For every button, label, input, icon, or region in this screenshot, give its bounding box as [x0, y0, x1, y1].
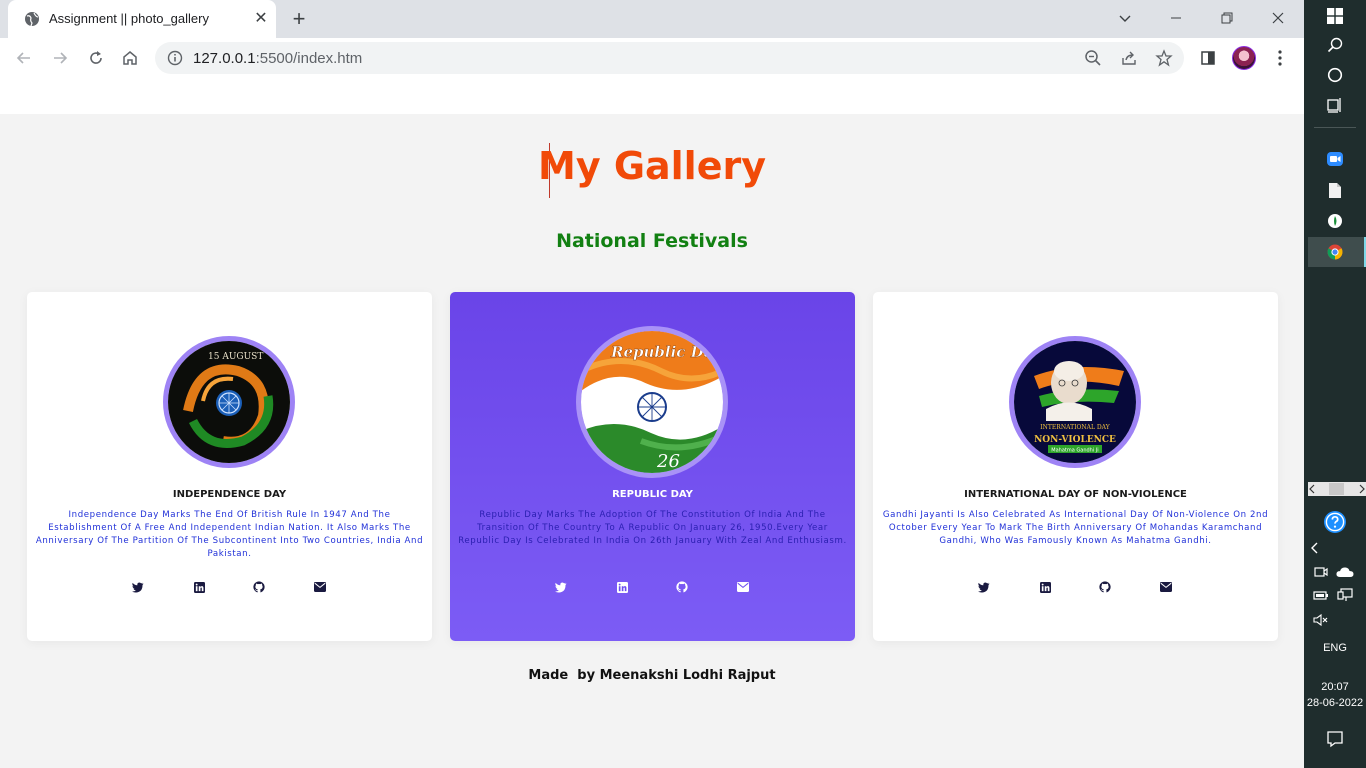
zoom-out-icon[interactable]: [1084, 49, 1102, 67]
card-republic-day[interactable]: Republic Day 26 REPUBLIC DAY Republic Da…: [450, 292, 855, 641]
home-button[interactable]: [118, 46, 142, 70]
twitter-icon[interactable]: [131, 580, 145, 594]
linkedin-icon[interactable]: [1038, 580, 1052, 594]
page-footer: Made by Meenakshi Lodhi Rajput: [528, 668, 776, 683]
chrome-icon[interactable]: [1304, 241, 1366, 263]
card-title: REPUBLIC DAY: [612, 489, 693, 500]
tab-bar: Assignment || photo_gallery ✕ +: [0, 0, 1304, 38]
side-panel-icon: [1201, 51, 1215, 65]
share-icon[interactable]: [1120, 49, 1138, 67]
image-caption: Republic Day: [610, 343, 723, 361]
social-links: [450, 580, 855, 594]
twitter-icon[interactable]: [554, 580, 568, 594]
url-text: 127.0.0.1:5500/index.htm: [193, 50, 362, 67]
twitter-icon[interactable]: [977, 580, 991, 594]
github-icon[interactable]: [675, 580, 689, 594]
address-bar[interactable]: 127.0.0.1:5500/index.htm: [155, 42, 1184, 74]
menu-button[interactable]: [1268, 46, 1292, 70]
cortana-icon[interactable]: [1304, 64, 1366, 86]
card-description: Republic Day Marks The Adoption Of The C…: [458, 510, 847, 546]
minimize-button[interactable]: [1153, 4, 1199, 32]
close-tab-icon[interactable]: ✕: [252, 10, 270, 28]
back-button[interactable]: [12, 46, 36, 70]
info-icon[interactable]: [167, 50, 183, 66]
reload-icon: [90, 51, 102, 64]
close-window-button[interactable]: [1255, 4, 1301, 32]
profile-avatar[interactable]: [1232, 46, 1256, 70]
globe-icon: [25, 12, 39, 27]
card-description: Independence Day Marks The End Of Britis…: [35, 510, 424, 559]
chevron-left-icon[interactable]: [1284, 539, 1346, 557]
tab-search-icon[interactable]: [1102, 4, 1148, 32]
independence-day-image: 15 AUGUST: [163, 336, 295, 468]
task-view-icon[interactable]: [1304, 94, 1366, 116]
volume-muted-icon[interactable]: [1290, 611, 1352, 629]
url-path: :5500/index.htm: [255, 50, 363, 67]
tab-title: Assignment || photo_gallery: [49, 11, 209, 26]
tray-scrollbar[interactable]: [1308, 482, 1366, 496]
notifications-icon[interactable]: [1304, 728, 1366, 750]
page-title: My Gallery: [538, 144, 766, 188]
bookmark-star-icon[interactable]: [1155, 49, 1173, 67]
page-header-strip: [0, 78, 1304, 114]
help-icon[interactable]: [1304, 509, 1366, 535]
arrow-right-icon: [54, 52, 68, 64]
page-content: My Gallery National Festivals 15 AUGUST: [0, 78, 1304, 768]
social-links: [873, 580, 1278, 594]
social-links: [27, 580, 432, 594]
envelope-icon[interactable]: [1159, 580, 1173, 594]
restore-button[interactable]: [1204, 4, 1250, 32]
clock-time[interactable]: 20:07: [1304, 681, 1366, 693]
image-caption: 15 AUGUST: [208, 352, 263, 362]
taskbar: ENG 20:07 28-06-2022: [1304, 0, 1366, 768]
image-caption-sub: Mahatma Gandhi Ji: [1051, 448, 1098, 454]
windows-start-icon[interactable]: [1304, 5, 1366, 27]
language-indicator[interactable]: ENG: [1304, 642, 1366, 654]
network-icon[interactable]: [1314, 586, 1366, 604]
github-icon[interactable]: [252, 580, 266, 594]
more-vert-icon: [1278, 50, 1282, 66]
republic-day-image: Republic Day 26: [576, 326, 728, 478]
image-caption-main: NON-VIOLENCE: [1034, 435, 1116, 445]
image-caption-number: 26: [656, 451, 680, 472]
clock-date[interactable]: 28-06-2022: [1304, 697, 1366, 709]
forward-button[interactable]: [48, 46, 72, 70]
linkedin-icon[interactable]: [615, 580, 629, 594]
taskbar-divider: [1314, 127, 1356, 128]
linkedin-icon[interactable]: [192, 580, 206, 594]
card-description: Gandhi Jayanti Is Also Celebrated As Int…: [882, 510, 1269, 546]
card-title: INDEPENDENCE DAY: [172, 489, 287, 500]
browser-window: Assignment || photo_gallery ✕ + 127.0.0.…: [0, 0, 1304, 768]
side-panel-button[interactable]: [1196, 46, 1220, 70]
browser-toolbar: 127.0.0.1:5500/index.htm: [0, 38, 1304, 78]
zoom-app-icon[interactable]: [1304, 148, 1366, 170]
home-icon: [123, 51, 137, 65]
arrow-left-icon: [16, 52, 30, 64]
onedrive-icon[interactable]: [1314, 563, 1366, 581]
search-icon[interactable]: [1304, 34, 1366, 56]
non-violence-day-image: INTERNATIONAL DAY NON-VIOLENCE Mahatma G…: [1009, 336, 1141, 468]
url-host: 127.0.0.1: [193, 50, 256, 67]
page-subtitle: National Festivals: [556, 230, 748, 252]
image-caption: INTERNATIONAL DAY: [1040, 424, 1110, 431]
card-independence-day[interactable]: 15 AUGUST INDEPENDENCE DAY Independence …: [27, 292, 432, 641]
envelope-icon[interactable]: [313, 580, 327, 594]
new-tab-button[interactable]: +: [288, 8, 310, 30]
reload-button[interactable]: [84, 46, 108, 70]
github-icon[interactable]: [1098, 580, 1112, 594]
app-icon[interactable]: [1304, 210, 1366, 232]
card-non-violence-day[interactable]: INTERNATIONAL DAY NON-VIOLENCE Mahatma G…: [873, 292, 1278, 641]
envelope-icon[interactable]: [736, 580, 750, 594]
file-icon[interactable]: [1304, 179, 1366, 201]
card-title: INTERNATIONAL DAY OF NON-VIOLENCE: [964, 489, 1187, 500]
tab-photo-gallery[interactable]: Assignment || photo_gallery ✕: [8, 0, 276, 38]
